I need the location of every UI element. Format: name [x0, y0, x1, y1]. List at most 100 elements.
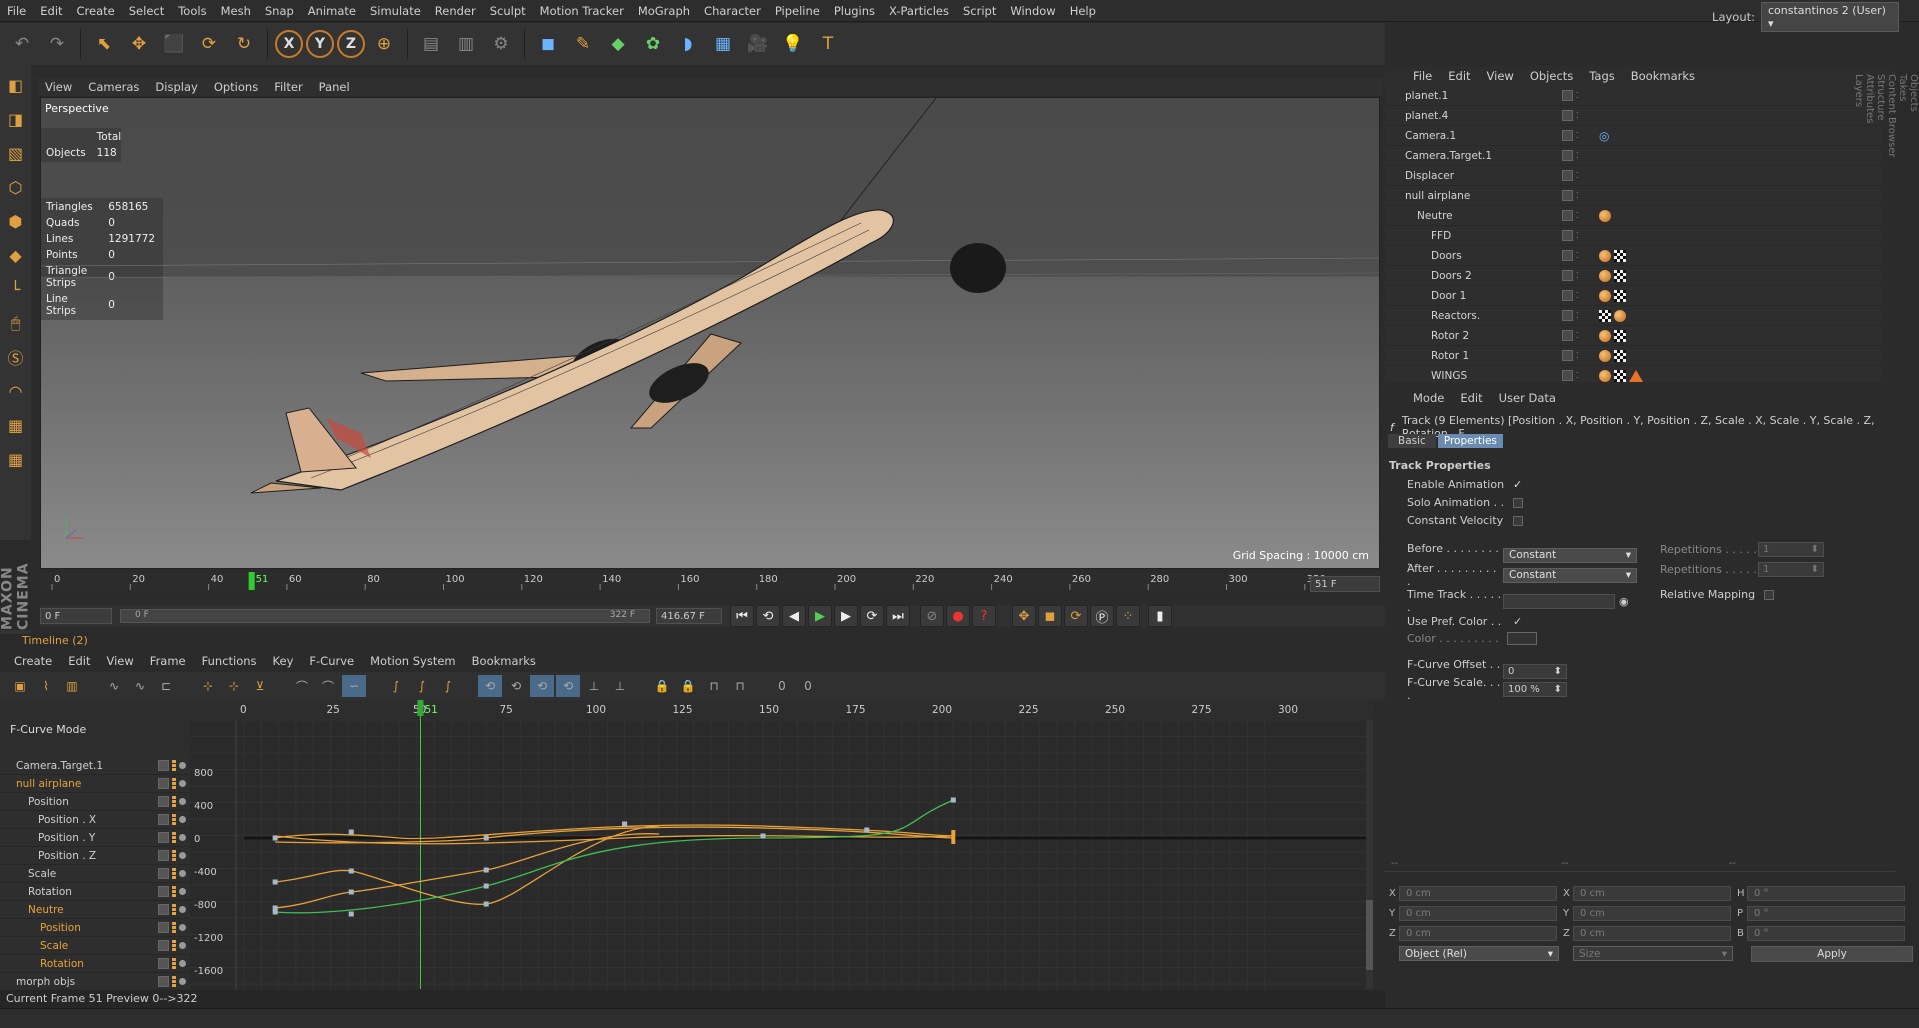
deformer-icon[interactable]: ◗ [672, 28, 704, 60]
viewport-menu-display[interactable]: Display [147, 80, 205, 94]
coord-rot-field[interactable]: 0 ° [1747, 886, 1905, 901]
key-pla-icon[interactable]: ⁘ [1116, 605, 1140, 627]
constant-velocity-checkbox[interactable] [1513, 515, 1523, 526]
y-axis-lock[interactable]: Y [306, 30, 334, 58]
texture-tag-icon[interactable] [1614, 369, 1626, 382]
coord-rot-field[interactable]: 0 ° [1747, 906, 1905, 921]
coord-size-field[interactable]: 0 cm [1573, 906, 1731, 921]
x-axis-lock[interactable]: X [275, 30, 303, 58]
viewport-menu-panel[interactable]: Panel [311, 80, 358, 94]
tab-properties[interactable]: Properties [1437, 434, 1503, 448]
layer-icon[interactable] [1562, 190, 1573, 201]
light-icon[interactable]: 💡 [777, 28, 809, 60]
keyframe[interactable] [348, 889, 354, 895]
move-tool-icon[interactable]: ✥ [123, 28, 155, 60]
layer-icon[interactable] [1562, 230, 1573, 241]
timeline-menu-edit[interactable]: Edit [60, 654, 98, 668]
material-tag-icon[interactable] [1599, 329, 1611, 342]
subdivision-icon[interactable]: ◆ [602, 28, 634, 60]
layer-icon[interactable] [1562, 330, 1573, 341]
repetitions-after-field[interactable]: 1 ⬍ [1758, 562, 1824, 577]
track-enable-icon[interactable] [179, 960, 186, 967]
material-tag-icon[interactable] [1599, 349, 1611, 362]
undo-icon[interactable]: ↶ [6, 28, 38, 60]
menu-mesh[interactable]: Mesh [214, 0, 258, 22]
track-enable-icon[interactable] [179, 834, 186, 841]
tangent-5-icon[interactable]: ⊥ [582, 675, 606, 697]
keyframe[interactable] [760, 833, 766, 839]
visibility-dots-icon[interactable]: ⁚ [1576, 351, 1579, 360]
keyframe[interactable] [483, 883, 489, 889]
floor-icon[interactable]: ▦ [707, 28, 739, 60]
om-menu-objects[interactable]: Objects [1522, 69, 1581, 83]
relative-mapping-checkbox[interactable] [1764, 589, 1774, 600]
texture-mode-icon[interactable]: ◨ [3, 105, 29, 133]
timeline-tree-row[interactable]: Camera.Target.1 [0, 757, 190, 775]
visibility-dots-icon[interactable]: ⁚ [1576, 91, 1579, 100]
render-settings-icon[interactable]: ⚙ [485, 28, 517, 60]
track-enable-icon[interactable] [179, 816, 186, 823]
warning-tag-icon[interactable] [1629, 369, 1643, 382]
tangent-4-icon[interactable]: ⟲ [556, 675, 580, 697]
menu-plugins[interactable]: Plugins [827, 0, 882, 22]
menu-animate[interactable]: Animate [301, 0, 363, 22]
zero-icon[interactable]: 0 [770, 675, 794, 697]
coord-size-field[interactable]: 0 cm [1573, 926, 1731, 941]
spline-step-icon[interactable]: ⌒ [316, 675, 340, 697]
menu-select[interactable]: Select [122, 0, 171, 22]
spline-linear-icon[interactable]: ⌒ [290, 675, 314, 697]
timeline-tree-row[interactable]: morph objs [0, 973, 190, 991]
object-row[interactable]: Rotor 2 ⁚ [1385, 326, 1881, 346]
tangent-icon[interactable]: ⟲ [478, 675, 502, 697]
menu-script[interactable]: Script [956, 0, 1003, 22]
fcurve-scale-field[interactable]: 100 % ⬍ [1503, 681, 1567, 697]
track-solo-icon[interactable] [158, 886, 169, 897]
object-row[interactable]: planet.4 ⁚ [1385, 106, 1881, 126]
visibility-dots-icon[interactable]: ⁚ [1576, 311, 1579, 320]
record-off-icon[interactable]: ⊘ [920, 605, 944, 627]
material-tag-icon[interactable] [1599, 249, 1611, 262]
layer-icon[interactable] [1562, 210, 1573, 221]
track-solo-icon[interactable] [158, 940, 169, 951]
next-key-button[interactable]: ⟳ [860, 605, 884, 627]
visibility-dots-icon[interactable]: ⁚ [1576, 191, 1579, 200]
tangent-3-icon[interactable]: ⟲ [530, 675, 554, 697]
timeline-menu-view[interactable]: View [99, 654, 142, 668]
om-menu-tags[interactable]: Tags [1581, 69, 1622, 83]
planar-workplane-icon[interactable]: ▦ [3, 445, 29, 473]
track-enable-icon[interactable] [179, 762, 186, 769]
track-enable-icon[interactable] [179, 978, 186, 985]
timeline-icon[interactable]: ▮ [1148, 605, 1172, 627]
goto-start-button[interactable]: ⏮ [730, 605, 754, 627]
preview-range-slider[interactable]: 0 F 322 F [120, 609, 650, 623]
goto-end-button[interactable]: ⏭ [886, 605, 910, 627]
next-frame-button[interactable]: ▶ [834, 605, 858, 627]
menu-mograph[interactable]: MoGraph [631, 0, 697, 22]
timeline-menu-key[interactable]: Key [265, 654, 302, 668]
menu-edit[interactable]: Edit [33, 0, 69, 22]
magnet-icon[interactable]: ◠ [3, 377, 29, 405]
ease-in-icon[interactable]: ∫ [384, 675, 408, 697]
track-enable-icon[interactable] [179, 906, 186, 913]
cloner-icon[interactable]: ✿ [637, 28, 669, 60]
texture-tag-icon[interactable] [1614, 249, 1626, 262]
object-row[interactable]: WINGS ⁚ [1385, 366, 1881, 382]
curve-2-icon[interactable]: ∿ [128, 675, 152, 697]
keyframe[interactable] [348, 868, 354, 874]
scale-tool-icon[interactable]: ⬛ [158, 28, 190, 60]
track-solo-icon[interactable] [158, 868, 169, 879]
object-row[interactable]: Displacer ⁚ [1385, 166, 1881, 186]
timeline-menu-create[interactable]: Create [6, 654, 60, 668]
viewport-menu-cameras[interactable]: Cameras [80, 80, 147, 94]
timeline-tree-row[interactable]: null airplane [0, 775, 190, 793]
track-enable-icon[interactable] [179, 780, 186, 787]
layer-icon[interactable] [1562, 290, 1573, 301]
time-track-field[interactable] [1503, 593, 1615, 609]
visibility-dots-icon[interactable]: ⁚ [1576, 231, 1579, 240]
timeline-tree-row[interactable]: Neutre [0, 901, 190, 919]
object-row[interactable]: FFD ⁚ [1385, 226, 1881, 246]
keyframe[interactable] [483, 901, 489, 907]
keyframe[interactable] [348, 829, 354, 835]
zero-2-icon[interactable]: 0 [796, 675, 820, 697]
timeline-ruler[interactable]: 0 20 40 60 80 100 120 140 160 180 200 220 240 260 280 3… [40, 572, 1380, 590]
